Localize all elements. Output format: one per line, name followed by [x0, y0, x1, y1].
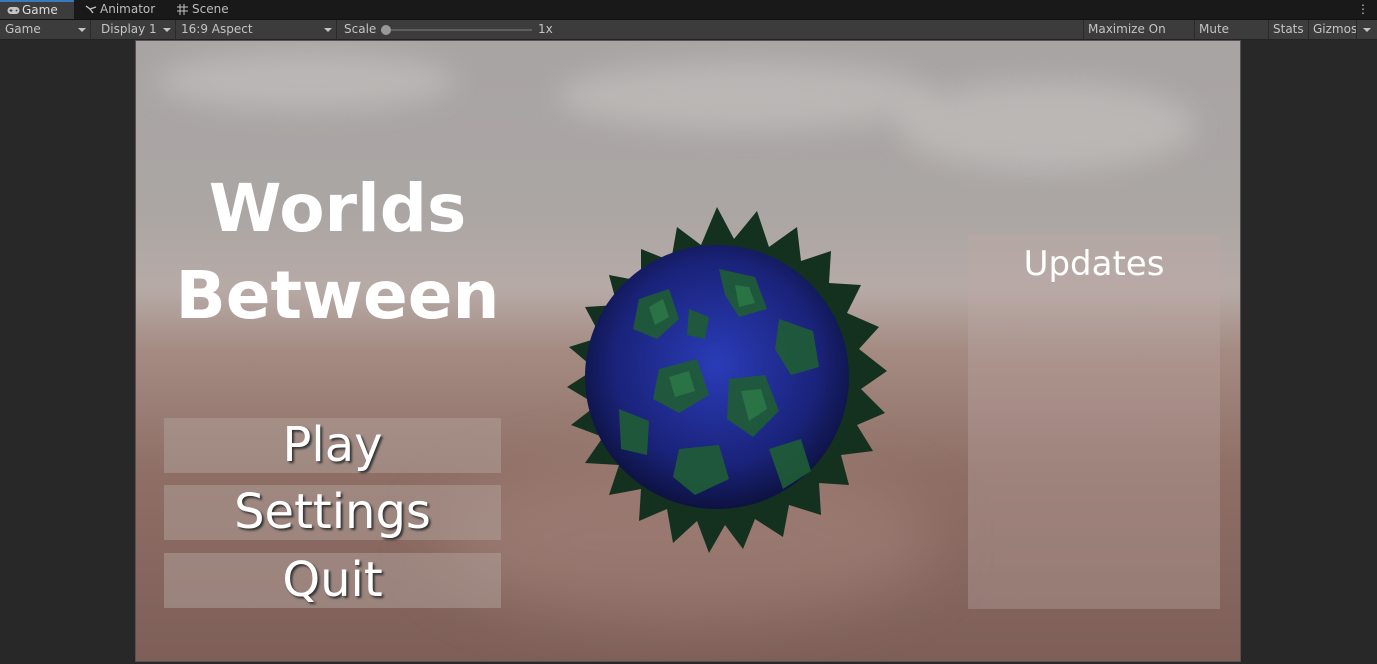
scale-value: 1x: [538, 22, 553, 36]
updates-panel: Updates: [968, 234, 1220, 609]
display-value: Display 1: [101, 22, 157, 36]
scale-slider-handle[interactable]: [381, 25, 391, 35]
aspect-dropdown[interactable]: 16:9 Aspect: [176, 20, 337, 39]
chevron-down-icon: [78, 28, 86, 32]
chevron-down-icon: [324, 28, 332, 32]
gamepad-icon: [7, 2, 20, 20]
play-button[interactable]: Play: [164, 418, 501, 473]
grid-icon: [177, 0, 188, 21]
chevron-down-icon: [163, 28, 171, 32]
tab-scene-label: Scene: [192, 2, 229, 16]
view-mode-dropdown[interactable]: Game: [0, 20, 91, 39]
aspect-value: 16:9 Aspect: [181, 22, 253, 36]
animator-icon: [85, 0, 97, 20]
mute-audio-toggle[interactable]: Mute Audio: [1194, 20, 1267, 55]
tab-scene[interactable]: Scene: [170, 0, 240, 19]
more-options-icon[interactable]: ⋮: [1357, 0, 1369, 18]
updates-title: Updates: [1023, 244, 1165, 284]
sky-cloud: [896, 81, 1196, 171]
quit-button[interactable]: Quit: [164, 553, 501, 608]
gizmos-dropdown[interactable]: [1356, 20, 1377, 39]
gizmos-toggle[interactable]: Gizmos: [1308, 20, 1357, 39]
sky-cloud: [556, 61, 936, 131]
stats-toggle[interactable]: Stats: [1268, 20, 1308, 39]
chevron-down-icon: [1363, 28, 1371, 32]
tab-game[interactable]: Game: [0, 0, 74, 19]
game-viewport[interactable]: Worlds Between Play Settings Quit Update…: [135, 40, 1241, 662]
editor-tab-bar: Game Animator Scene ⋮: [0, 0, 1377, 20]
tab-animator[interactable]: Animator: [78, 0, 166, 19]
sky-cloud: [156, 51, 456, 111]
view-mode-value: Game: [5, 22, 41, 36]
scale-slider-track[interactable]: [384, 29, 532, 31]
maximize-on-play-toggle[interactable]: Maximize On Play: [1083, 20, 1193, 55]
display-dropdown[interactable]: Display 1: [96, 20, 176, 39]
planet-model: [567, 207, 887, 553]
game-title-line1: Worlds: [208, 170, 467, 247]
tab-animator-label: Animator: [100, 2, 156, 16]
scale-label: Scale: [344, 22, 377, 36]
game-title-line2: Between: [175, 257, 500, 334]
tab-game-label: Game: [22, 3, 58, 17]
settings-button[interactable]: Settings: [164, 485, 501, 540]
